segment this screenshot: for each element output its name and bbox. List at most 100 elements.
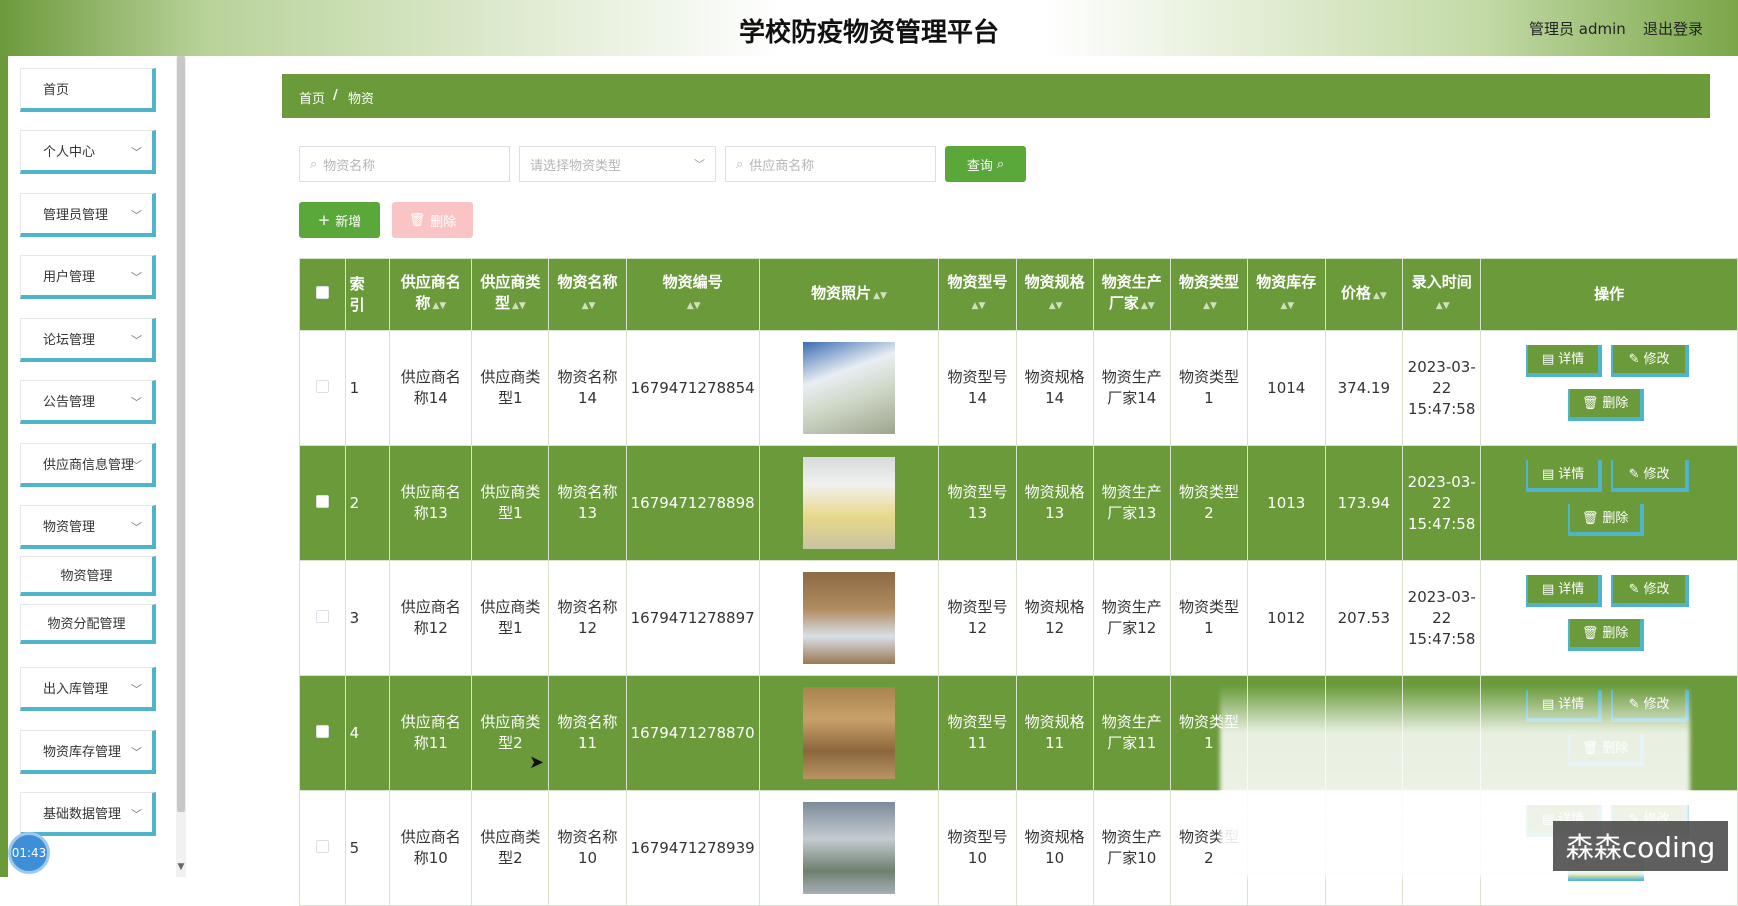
chevron-down-icon: ﹀ — [131, 271, 142, 284]
sort-icon[interactable]: ▲▼ — [873, 286, 887, 307]
chevron-down-icon: ﹀ — [131, 396, 142, 409]
col-material-stock[interactable]: 物资库存 ▲▼ — [1247, 258, 1326, 331]
delete-button[interactable]: 🗑删除 — [1568, 504, 1645, 536]
sort-icon[interactable]: ▲▼ — [1141, 296, 1155, 317]
col-label: 物资照片 — [811, 283, 872, 302]
cell-code: 1679471278898 — [625, 445, 760, 561]
sort-icon[interactable]: ▲▼ — [582, 296, 596, 317]
material-photo[interactable] — [803, 687, 896, 779]
sidebar-item-forum[interactable]: 论坛管理 ﹀ — [20, 318, 156, 362]
col-material-type[interactable]: 物资类型 ▲▼ — [1169, 258, 1249, 331]
sidebar-item-label: 物资分配管理 — [47, 617, 126, 632]
row-select-cell — [299, 330, 346, 446]
material-photo[interactable] — [803, 572, 896, 664]
sidebar-subitem-allocation[interactable]: 物资分配管理 — [20, 604, 156, 644]
sort-icon[interactable]: ▲▼ — [1436, 296, 1450, 317]
cell-name: 物资名称13 — [548, 445, 627, 561]
cell-supplier-name: 供应商名称11 — [389, 675, 473, 791]
sidebar-item-notices[interactable]: 公告管理 ﹀ — [20, 380, 156, 424]
row-checkbox[interactable] — [315, 839, 329, 853]
table-row: 1 供应商名称14 供应商类型1 物资名称14 1679471278854 物资型号14 物… — [299, 330, 1738, 446]
sidebar-item-materials[interactable]: 物资管理 ﹀ — [20, 505, 156, 549]
material-type-select[interactable]: 请选择物资类型 ﹀ — [519, 146, 716, 182]
batch-delete-button[interactable]: 🗑 删除 — [392, 202, 473, 238]
sidebar-scroll-thumb[interactable] — [177, 56, 185, 812]
breadcrumb-home[interactable]: 首页 — [299, 88, 325, 107]
edit-button[interactable]: ✎修改 — [1611, 345, 1690, 377]
sidebar-item-suppliers[interactable]: 供应商信息管理 ﹀ — [20, 443, 156, 487]
col-supplier-type[interactable]: 供应商类 型 ▲▼ — [471, 258, 550, 331]
supplier-name-input[interactable]: ⌕ 供应商名称 — [725, 146, 936, 182]
detail-button[interactable]: ▤详情 — [1526, 575, 1603, 607]
sidebar-item-label: 出入库管理 — [43, 682, 109, 697]
cell-index: 1 — [344, 330, 391, 446]
col-entry-time[interactable]: 录入时间 ▲▼ — [1402, 258, 1482, 331]
col-supplier-name[interactable]: 供应商名 称 ▲▼ — [389, 258, 473, 331]
col-material-model[interactable]: 物资型号 ▲▼ — [938, 258, 1017, 331]
sidebar-item-users[interactable]: 用户管理 ﹀ — [20, 255, 156, 299]
sidebar-item-admins[interactable]: 管理员管理 ﹀ — [20, 193, 156, 237]
row-select-cell — [299, 560, 346, 676]
row-checkbox[interactable] — [315, 609, 329, 623]
scroll-down-icon[interactable]: ▼ — [176, 862, 186, 874]
edit-label: 修改 — [1643, 581, 1670, 597]
sort-icon[interactable]: ▲▼ — [432, 296, 446, 317]
col-material-code[interactable]: 物资编号 ▲▼ — [625, 258, 760, 331]
sidebar-subitem-materials[interactable]: 物资管理 — [20, 556, 156, 596]
material-photo[interactable] — [803, 457, 896, 549]
row-checkbox[interactable] — [315, 379, 329, 393]
detail-button[interactable]: ▤详情 — [1526, 460, 1603, 492]
query-button[interactable]: 查询 ⌕ — [945, 146, 1026, 182]
sort-icon[interactable]: ▲▼ — [972, 296, 986, 317]
trash-icon: 🗑 — [1581, 395, 1599, 411]
material-photo[interactable] — [803, 342, 896, 434]
cell-index: 5 — [344, 790, 391, 906]
cell-time: 2023-03-22 15:47:58 — [1402, 560, 1482, 676]
breadcrumb-separator: / — [333, 88, 338, 103]
add-button[interactable]: + 新增 — [299, 202, 380, 238]
col-material-name[interactable]: 物资名称 ▲▼ — [548, 258, 627, 331]
edit-button[interactable]: ✎修改 — [1611, 575, 1690, 607]
material-photo[interactable] — [803, 802, 896, 894]
sort-icon[interactable]: ▲▼ — [687, 296, 701, 317]
sort-icon[interactable]: ▲▼ — [1280, 296, 1294, 317]
edit-button[interactable]: ✎修改 — [1611, 460, 1690, 492]
cell-photo — [758, 675, 940, 791]
select-all-checkbox[interactable] — [315, 286, 329, 299]
sidebar-item-label: 基础数据管理 — [43, 807, 122, 822]
sidebar-item-home[interactable]: 首页 — [20, 68, 156, 112]
sort-icon[interactable]: ▲▼ — [1203, 296, 1217, 317]
cell-spec: 物资规格12 — [1015, 560, 1094, 676]
cell-maker: 物资生产厂家13 — [1092, 445, 1171, 561]
sort-icon[interactable]: ▲▼ — [1373, 286, 1387, 307]
col-label: 录入时间 — [1411, 273, 1472, 291]
sort-icon[interactable]: ▲▼ — [1049, 296, 1063, 317]
cell-price: 374.19 — [1324, 330, 1404, 446]
sidebar-item-stock-io[interactable]: 出入库管理 ﹀ — [20, 667, 156, 711]
row-select-cell — [299, 790, 346, 906]
watermark: 森森coding — [1553, 821, 1728, 871]
delete-button[interactable]: 🗑删除 — [1568, 389, 1645, 421]
material-name-placeholder: 物资名称 — [323, 158, 376, 174]
col-material-maker[interactable]: 物资生产 厂家 ▲▼ — [1092, 258, 1171, 331]
select-all-cell — [299, 258, 346, 331]
col-material-spec[interactable]: 物资规格 ▲▼ — [1015, 258, 1094, 331]
material-name-input[interactable]: ⌕ 物资名称 — [299, 146, 510, 182]
col-price[interactable]: 价格 ▲▼ — [1324, 258, 1404, 331]
logout-link[interactable]: 退出登录 — [1643, 18, 1703, 39]
chevron-down-icon: ﹀ — [131, 334, 142, 347]
row-checkbox[interactable] — [315, 724, 329, 738]
cell-type: 物资类型1 — [1169, 560, 1249, 676]
document-icon: ▤ — [1541, 351, 1555, 367]
detail-button[interactable]: ▤详情 — [1526, 345, 1603, 377]
row-checkbox[interactable] — [315, 494, 329, 508]
sidebar-item-personal[interactable]: 个人中心 ﹀ — [20, 130, 156, 174]
delete-button[interactable]: 🗑删除 — [1568, 619, 1645, 651]
sort-icon[interactable]: ▲▼ — [512, 296, 526, 317]
sidebar-item-base-data[interactable]: 基础数据管理 ﹀ — [20, 792, 156, 836]
cell-price: 207.53 — [1324, 560, 1404, 676]
sidebar-item-inventory[interactable]: 物资库存管理 ﹀ — [20, 730, 156, 774]
cell-supplier-type: 供应商类型2 — [471, 675, 550, 791]
plus-icon: + — [317, 211, 331, 229]
col-material-photo[interactable]: 物资照片 ▲▼ — [758, 258, 940, 331]
